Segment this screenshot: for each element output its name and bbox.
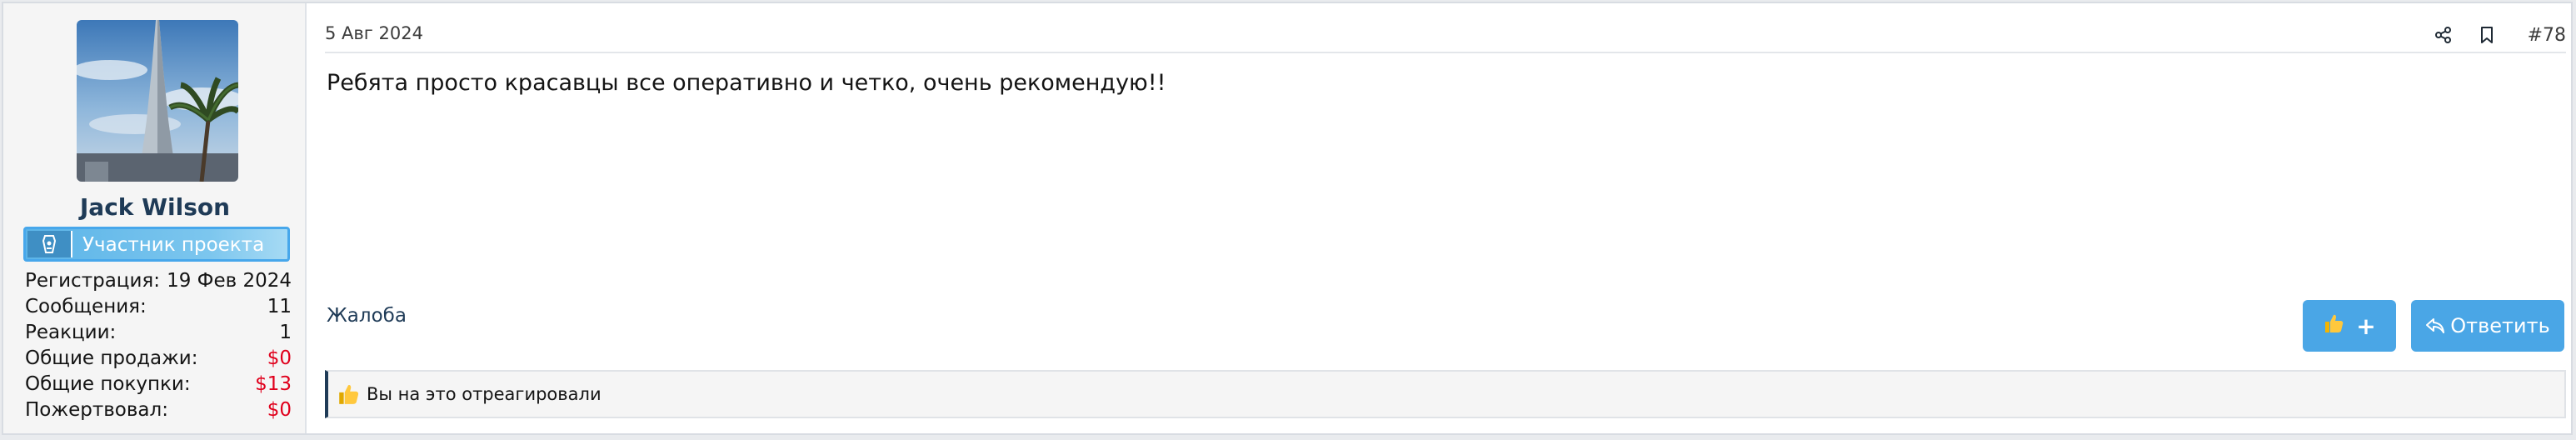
like-button[interactable]: +	[2303, 300, 2396, 352]
stat-registration: Регистрация: 19 Фев 2024	[25, 268, 292, 294]
post-date[interactable]: 5 Авг 2024	[325, 23, 423, 43]
avatar-image	[77, 20, 238, 182]
stat-value: $0	[267, 348, 292, 369]
message-cell: 5 Авг 2024 #78 Ребята просто красавцы вс…	[307, 3, 2571, 433]
stat-reactions: Реакции: 1	[25, 320, 292, 346]
post-header-actions: #78	[2431, 20, 2566, 50]
bookmark-icon[interactable]	[2474, 22, 2499, 48]
stat-total-purchases: Общие покупки: $13	[25, 372, 292, 398]
reactions-text[interactable]: Вы на это отреагировали	[367, 384, 602, 404]
stat-label: Общие покупки:	[25, 373, 191, 395]
stat-label: Реакции:	[25, 322, 117, 343]
user-role-banner: Участник проекта	[23, 227, 290, 262]
stat-value: 19 Фев 2024	[167, 270, 292, 292]
username[interactable]: Jack Wilson	[3, 193, 307, 221]
stat-label: Пожертвовал:	[25, 399, 168, 421]
reactions-bar[interactable]: Вы на это отреагировали	[325, 370, 2566, 418]
share-icon[interactable]	[2431, 22, 2456, 48]
stat-value: 1	[279, 322, 292, 343]
stat-label: Общие продажи:	[25, 348, 198, 369]
avatar[interactable]	[77, 20, 238, 182]
stat-donated: Пожертвовал: $0	[25, 398, 292, 423]
stat-value: $13	[255, 373, 292, 395]
reply-button[interactable]: Ответить	[2411, 300, 2564, 352]
role-badge-icon	[27, 231, 72, 258]
user-role-label: Участник проекта	[82, 234, 265, 256]
message-post: Jack Wilson Участник проекта Регистрация…	[2, 2, 2573, 435]
post-body-text: Ребята просто красавцы все оперативно и …	[327, 70, 1166, 96]
stat-value[interactable]: 11	[267, 294, 292, 320]
thumbs-up-icon	[337, 382, 360, 406]
user-panel: Jack Wilson Участник проекта Регистрация…	[3, 3, 307, 433]
report-link[interactable]: Жалоба	[327, 305, 407, 327]
thumbs-up-icon	[2323, 312, 2344, 339]
stat-label: Сообщения:	[25, 296, 147, 318]
stat-total-sales: Общие продажи: $0	[25, 346, 292, 372]
user-stats: Регистрация: 19 Фев 2024 Сообщения: 11 Р…	[25, 268, 292, 423]
stat-messages: Сообщения: 11	[25, 294, 292, 320]
post-header: 5 Авг 2024 #78	[325, 20, 2566, 53]
reply-label: Ответить	[2450, 314, 2550, 338]
reply-icon	[2425, 317, 2445, 335]
stat-label: Регистрация:	[25, 270, 160, 292]
like-plus-label: +	[2356, 312, 2376, 340]
post-number[interactable]: #78	[2528, 25, 2566, 46]
stat-value: $0	[267, 399, 292, 421]
